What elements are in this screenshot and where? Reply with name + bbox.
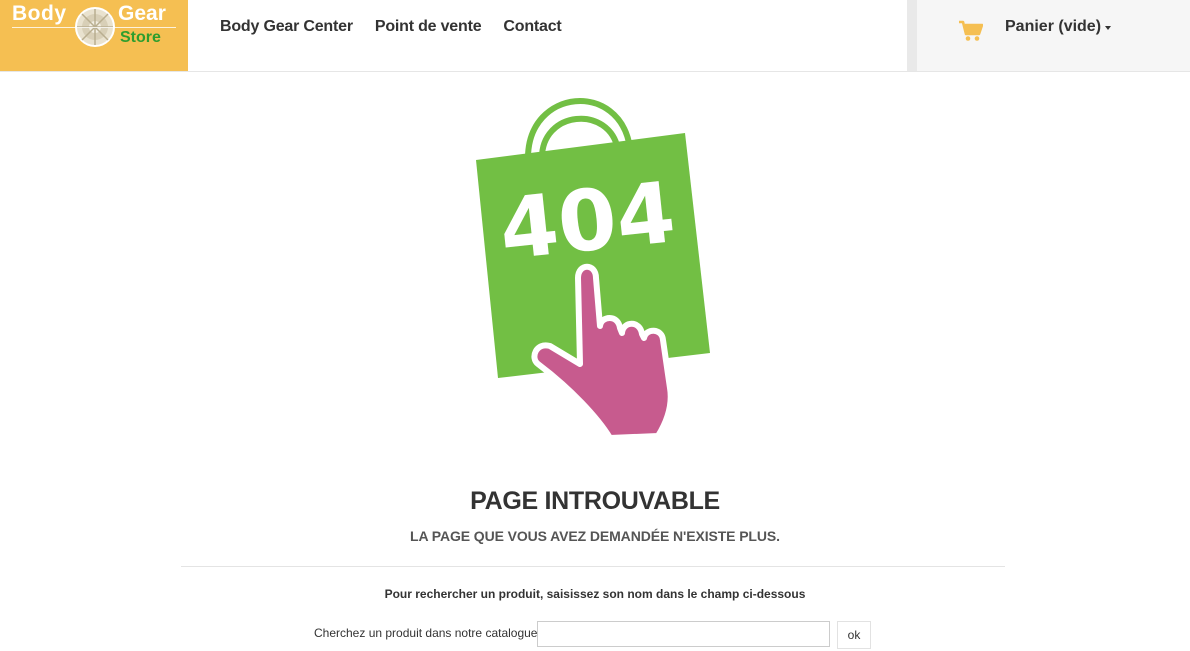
- shopping-cart-icon: [959, 20, 983, 41]
- page-title: PAGE INTROUVABLE: [470, 487, 720, 515]
- logo-word-body: Body: [12, 2, 67, 25]
- caret-down-icon: [1105, 26, 1111, 30]
- store-logo[interactable]: Body Gear Store: [0, 0, 188, 71]
- search-label: Cherchez un produit dans notre catalogue…: [314, 626, 545, 640]
- nav-item-point-de-vente[interactable]: Point de vente: [375, 18, 482, 36]
- content-divider: [181, 566, 1005, 567]
- site-header: Body Gear Store Body Gear Center Point d…: [0, 0, 1190, 72]
- cart-label: Panier (vide): [1005, 18, 1102, 35]
- search-input[interactable]: [537, 621, 830, 647]
- cart-dropdown[interactable]: Panier (vide): [907, 0, 1190, 71]
- nav-item-contact[interactable]: Contact: [503, 18, 561, 36]
- error-code-label: 404: [495, 163, 680, 279]
- logo-word-gear: Gear: [118, 2, 166, 25]
- logo-word-store: Store: [120, 29, 161, 46]
- logo-divider: [12, 27, 176, 28]
- 404-shopping-bag-icon: 404: [476, 98, 710, 441]
- page-subtitle: LA PAGE QUE VOUS AVEZ DEMANDÉE N'EXISTE …: [410, 528, 780, 544]
- search-submit-button[interactable]: ok: [837, 621, 871, 649]
- main-nav: Body Gear Center Point de vente Contact: [220, 18, 562, 36]
- nav-item-body-gear-center[interactable]: Body Gear Center: [220, 18, 353, 36]
- search-hint: Pour rechercher un produit, saisissez so…: [384, 587, 806, 601]
